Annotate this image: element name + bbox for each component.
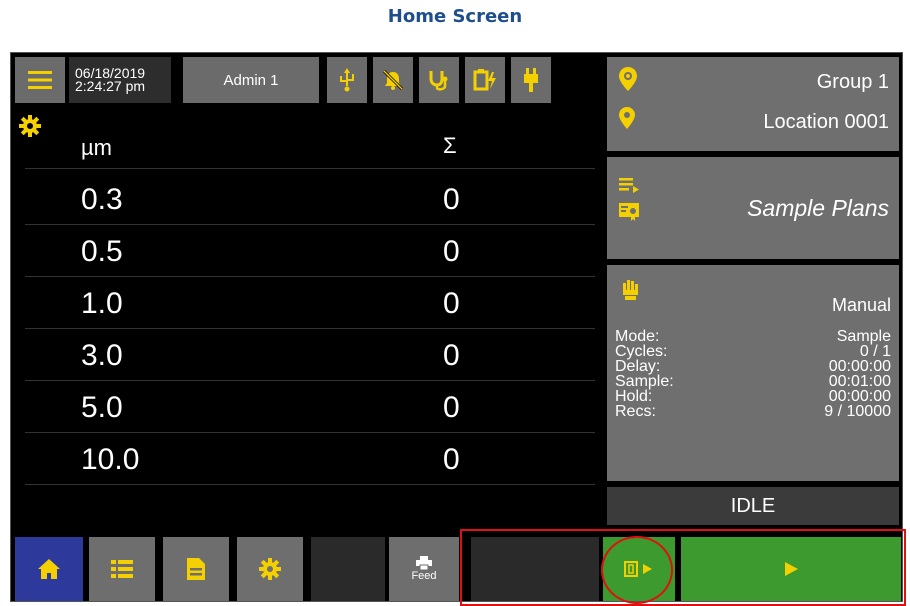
size-cell: 3.0 [81,339,123,372]
size-cell: 0.3 [81,183,123,216]
field-value: 00:00:00 [828,388,891,405]
group-label: Group 1 [816,71,889,93]
empty-slot [311,537,385,601]
field-value: Sample [836,328,891,345]
user-button[interactable]: Admin 1 [183,57,319,103]
size-cell: 1.0 [81,287,123,320]
diagnostics-status[interactable] [419,57,459,103]
time-text: 2:24:27 pm [75,78,146,94]
location-group-icon [619,67,637,91]
bottom-nav: Feed [11,535,904,603]
size-cell: 0.5 [81,235,123,268]
playlist-icon [619,178,639,193]
size-column-header: µm [81,135,113,160]
count-cell: 0 [443,235,460,268]
field-value: 9 / 10000 [824,403,891,420]
size-cell: 5.0 [81,391,123,424]
page-title: Home Screen [387,6,523,27]
table-row: 3.0 0 [25,329,595,381]
count-cell: 0 [443,443,460,476]
size-cell: 10.0 [81,443,140,476]
mode-title: Manual [831,295,891,315]
certificate-icon [619,203,639,221]
table-header: µm Σ [25,123,595,169]
field-value: 00:00:00 [828,358,891,375]
menu-icon [28,71,52,89]
menu-button[interactable] [15,57,65,103]
sample-plans-label: Sample Plans [747,195,889,221]
printer-icon [416,556,432,570]
count-cell: 0 [443,391,460,424]
home-icon [38,559,60,579]
location-label: Location 0001 [763,111,889,133]
stethoscope-icon [429,71,448,91]
table-row: 5.0 0 [25,381,595,433]
power-status[interactable] [511,57,551,103]
empty-slot [471,537,599,601]
sample-plans-button[interactable]: Sample Plans [607,157,899,259]
table-row: 0.3 0 [25,173,595,225]
field-key: Cycles: [615,343,668,360]
single-sample-button[interactable] [603,537,675,601]
location-panel[interactable]: Group 1 Location 0001 [607,57,899,151]
device-screen: 06/18/2019 2:24:27 pm Admin 1 µm Σ 0.3 0… [10,52,903,602]
settings-button[interactable] [237,537,303,601]
list-icon [111,560,133,578]
home-button[interactable] [15,537,83,601]
single-run-icon [624,561,652,577]
document-icon [187,558,205,580]
top-bar: 06/18/2019 2:24:27 pm Admin 1 [11,53,603,107]
datetime-display: 06/18/2019 2:24:27 pm [69,57,171,103]
count-column-header: Σ [443,133,457,158]
count-cell: 0 [443,183,460,216]
battery-charging-icon [473,69,496,91]
status-text: IDLE [730,495,776,517]
alarm-off-icon [382,69,404,91]
gear-icon [259,558,281,580]
sample-mode-panel[interactable]: Manual Mode: Sample Cycles: 0 / 1 Delay:… [607,265,899,481]
field-key: Mode: [615,328,660,345]
count-cell: 0 [443,287,460,320]
play-icon [785,562,798,576]
feed-button[interactable]: Feed [389,537,459,601]
field-key: Recs: [615,403,656,420]
location-pin-icon [619,107,635,129]
count-cell: 0 [443,339,460,372]
field-value: 0 / 1 [859,343,891,360]
table-row: 0.5 0 [25,225,595,277]
usb-icon [340,68,354,92]
field-key: Delay: [615,358,661,375]
table-row: 1.0 0 [25,277,595,329]
list-button[interactable] [89,537,155,601]
field-key: Hold: [615,388,653,405]
table-row: 10.0 0 [25,433,595,485]
hand-icon [623,280,638,300]
report-button[interactable] [163,537,229,601]
status-bar: IDLE [607,487,899,525]
field-key: Sample: [615,373,674,390]
alarm-status[interactable] [373,57,413,103]
battery-status[interactable] [465,57,505,103]
plug-icon [524,68,538,92]
user-label: Admin 1 [223,71,279,89]
start-button[interactable] [681,537,901,601]
field-value: 00:01:00 [828,373,891,390]
feed-label: Feed [411,570,437,582]
usb-status[interactable] [327,57,367,103]
